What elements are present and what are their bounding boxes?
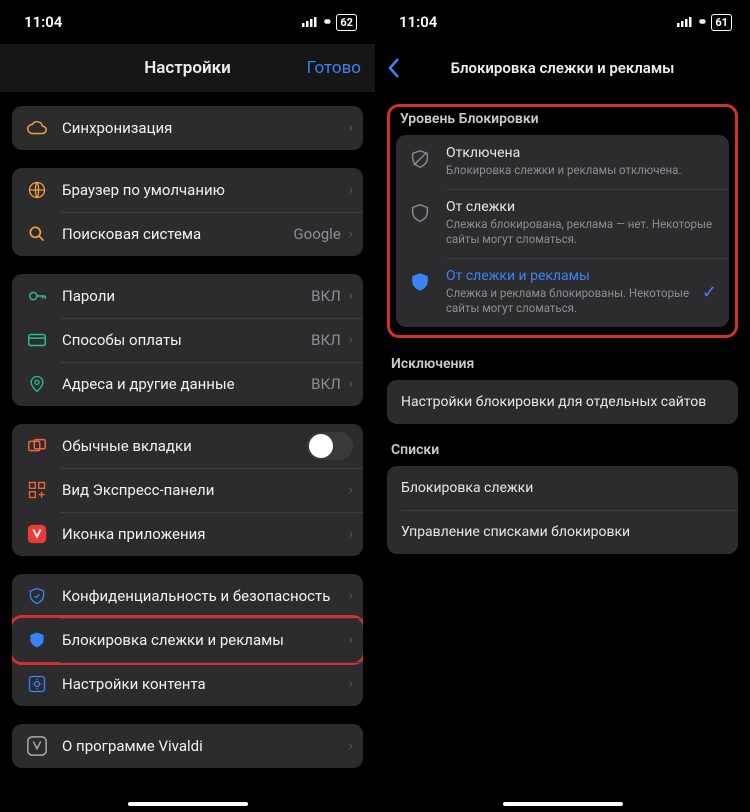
- chevron-right-icon: ›: [349, 738, 353, 754]
- option-title: Отключена: [446, 145, 717, 161]
- gear-box-icon: [24, 671, 50, 697]
- chevron-right-icon: ›: [349, 482, 353, 498]
- nav-header: Настройки Готово: [0, 44, 375, 92]
- back-button[interactable]: [387, 57, 401, 79]
- vivaldi-outline-icon: [24, 733, 50, 759]
- chevron-right-icon: ›: [349, 226, 353, 242]
- search-icon: [24, 221, 50, 247]
- globe-icon: [24, 177, 50, 203]
- row-default-browser[interactable]: Браузер по умолчанию ›: [12, 168, 363, 212]
- row-per-site-settings[interactable]: Настройки блокировки для отдельных сайто…: [387, 380, 738, 424]
- checkmark-icon: ✓: [702, 282, 717, 303]
- signal-icon: [302, 13, 318, 31]
- option-desc: Слежка и реклама блокированы. Некоторые …: [446, 286, 694, 317]
- settings-screen: 11:04 ⚭ 62 Настройки Готово Синхронизаци…: [0, 0, 375, 812]
- row-app-icon[interactable]: Иконка приложения ›: [12, 512, 363, 556]
- cloud-icon: [24, 115, 50, 141]
- chevron-right-icon: ›: [349, 120, 353, 136]
- row-passwords[interactable]: Пароли ВКЛ ›: [12, 274, 363, 318]
- shield-fill-icon: [24, 627, 50, 653]
- chevron-right-icon: ›: [349, 588, 353, 604]
- chevron-right-icon: ›: [349, 526, 353, 542]
- settings-content: Синхронизация › Браузер по умолчанию › П…: [0, 92, 375, 812]
- section-lists: Списки: [391, 442, 734, 458]
- battery-indicator: 62: [336, 14, 357, 31]
- chevron-right-icon: ›: [349, 288, 353, 304]
- signal-icon: [677, 13, 693, 31]
- group-autofill: Пароли ВКЛ › Способы оплаты ВКЛ › Адреса…: [12, 274, 363, 406]
- vivaldi-icon: [24, 521, 50, 547]
- row-privacy-security[interactable]: Конфиденциальность и безопасность ›: [12, 574, 363, 618]
- group-defaults: Браузер по умолчанию › Поисковая система…: [12, 168, 363, 256]
- status-time: 11:04: [24, 13, 62, 31]
- nav-header: Блокировка слежки и рекламы: [375, 44, 750, 92]
- lists-card: Блокировка слежки Управление списками бл…: [387, 466, 738, 554]
- chevron-right-icon: ›: [349, 632, 353, 648]
- shield-check-icon: [24, 583, 50, 609]
- row-content-settings[interactable]: Настройки контента ›: [12, 662, 363, 706]
- option-disabled[interactable]: Отключена Блокировка слежки и рекламы от…: [396, 135, 729, 189]
- row-sync[interactable]: Синхронизация ›: [12, 106, 363, 150]
- chevron-right-icon: ›: [349, 376, 353, 392]
- exceptions-card: Настройки блокировки для отдельных сайто…: [387, 380, 738, 424]
- row-regular-tabs[interactable]: Обычные вкладки: [12, 424, 363, 468]
- option-trackers[interactable]: От слежки Слежка блокирована, реклама — …: [396, 189, 729, 258]
- status-time: 11:04: [399, 13, 437, 31]
- nav-title: Настройки: [144, 58, 231, 78]
- chevron-right-icon: ›: [349, 182, 353, 198]
- row-manage-lists[interactable]: Управление списками блокировки: [387, 510, 738, 554]
- option-desc: Слежка блокирована, реклама — нет. Некот…: [446, 217, 717, 248]
- nav-title: Блокировка слежки и рекламы: [451, 59, 675, 77]
- row-tracker-blocking-list[interactable]: Блокировка слежки: [387, 466, 738, 510]
- option-desc: Блокировка слежки и рекламы отключена.: [446, 163, 717, 179]
- row-value: Google: [293, 225, 340, 243]
- status-bar: 11:04 ⚭ 62: [0, 0, 375, 44]
- blocking-level-card: Отключена Блокировка слежки и рекламы от…: [396, 135, 729, 327]
- row-search-engine[interactable]: Поисковая система Google ›: [12, 212, 363, 256]
- option-title: От слежки и рекламы: [446, 268, 694, 284]
- option-title: От слежки: [446, 199, 717, 215]
- chevron-right-icon: ›: [349, 332, 353, 348]
- battery-indicator: 61: [711, 14, 732, 31]
- key-icon: [24, 283, 50, 309]
- home-indicator[interactable]: [128, 802, 248, 806]
- shield-outline-icon: [408, 201, 432, 225]
- row-tracker-ad-blocking[interactable]: Блокировка слежки и рекламы ›: [12, 618, 363, 662]
- pin-icon: [24, 371, 50, 397]
- row-about-vivaldi[interactable]: О программе Vivaldi ›: [12, 724, 363, 768]
- section-blocking-level: Уровень Блокировки: [400, 111, 725, 127]
- shield-off-icon: [408, 147, 432, 171]
- tabs-toggle[interactable]: [307, 432, 353, 460]
- done-button[interactable]: Готово: [307, 58, 361, 78]
- shield-fill-icon: [408, 270, 432, 294]
- link-icon: ⚭: [697, 15, 707, 29]
- tabs-icon: [24, 433, 50, 459]
- group-appearance: Обычные вкладки Вид Экспресс-панели › Ик…: [12, 424, 363, 556]
- row-speed-dial[interactable]: Вид Экспресс-панели ›: [12, 468, 363, 512]
- blocking-content: Уровень Блокировки Отключена Блокировка …: [375, 92, 750, 812]
- creditcard-icon: [24, 327, 50, 353]
- section-exceptions: Исключения: [391, 356, 734, 372]
- status-indicators: ⚭ 61: [677, 13, 732, 31]
- group-sync: Синхронизация ›: [12, 106, 363, 150]
- status-indicators: ⚭ 62: [302, 13, 357, 31]
- link-icon: ⚭: [322, 15, 332, 29]
- option-trackers-ads[interactable]: От слежки и рекламы Слежка и реклама бло…: [396, 258, 729, 327]
- group-privacy: Конфиденциальность и безопасность › Блок…: [12, 574, 363, 706]
- group-about: О программе Vivaldi ›: [12, 724, 363, 768]
- row-payment[interactable]: Способы оплаты ВКЛ ›: [12, 318, 363, 362]
- grid-icon: [24, 477, 50, 503]
- blocking-detail-screen: 11:04 ⚭ 61 Блокировка слежки и рекламы У…: [375, 0, 750, 812]
- chevron-right-icon: ›: [349, 676, 353, 692]
- status-bar: 11:04 ⚭ 61: [375, 0, 750, 44]
- row-addresses[interactable]: Адреса и другие данные ВКЛ ›: [12, 362, 363, 406]
- home-indicator[interactable]: [503, 802, 623, 806]
- blocking-level-highlight: Уровень Блокировки Отключена Блокировка …: [387, 104, 738, 338]
